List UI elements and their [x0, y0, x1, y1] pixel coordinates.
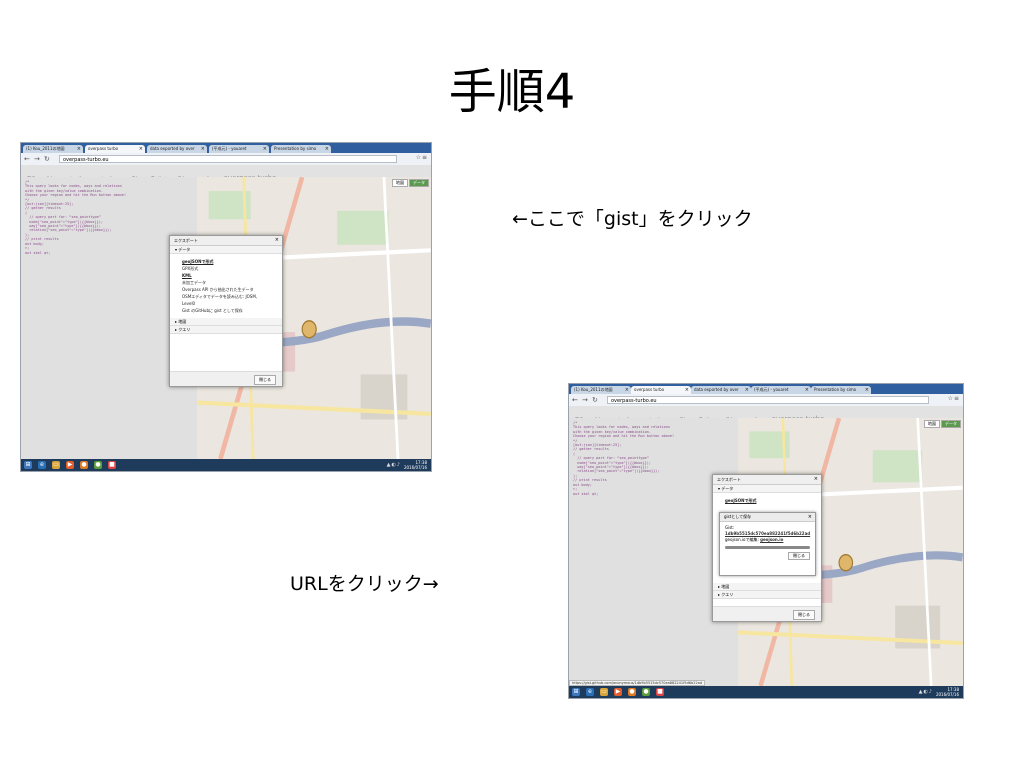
close-icon[interactable]: ×	[805, 386, 809, 394]
export-gist-link[interactable]: Gist のGitHubに gist として保存	[182, 307, 270, 314]
section-query[interactable]: ▸ クエリ	[713, 591, 821, 599]
geojson-io-link[interactable]: geojson.io	[760, 537, 783, 542]
slide-title: 手順4	[448, 64, 576, 120]
export-dialog-header: エクスポート ×	[170, 236, 282, 246]
back-icon[interactable]: ←	[572, 395, 578, 405]
ie-icon[interactable]: e	[38, 461, 46, 469]
app-icon[interactable]: ■	[656, 688, 664, 696]
export-gpx-link[interactable]: GPX形式	[182, 265, 270, 272]
section-data[interactable]: ▾ データ	[170, 246, 282, 254]
close-icon[interactable]: ×	[263, 145, 267, 153]
screenshot-gist-dialog: (1) Kou_2011の地図 × overpass turbo × data ex…	[568, 383, 964, 699]
browser-tab[interactable]: data exported by over ×	[691, 386, 751, 394]
export-dialog-header: エクスポート ×	[713, 475, 821, 485]
progress-bar	[725, 546, 810, 549]
close-button[interactable]: 閉じる	[254, 375, 276, 385]
browser-tab-active[interactable]: overpass turbo ×	[631, 386, 691, 394]
export-options: geoJSONで形式	[713, 493, 821, 508]
map-data-tabs: 地図 データ	[391, 179, 429, 187]
close-icon[interactable]: ×	[745, 386, 749, 394]
browser-tab[interactable]: data exported by over ×	[147, 145, 207, 153]
export-geojson-link[interactable]: geoJSONで形式	[725, 497, 809, 504]
caption-click-url: URLをクリック→	[290, 573, 439, 595]
close-button[interactable]: 閉じる	[793, 610, 815, 620]
browser-tab-bar: (1) Kou_2011の地図 × overpass turbo × data ex…	[21, 143, 431, 153]
browser-tab-bar: (1) Kou_2011の地図 × overpass turbo × data ex…	[569, 384, 963, 394]
menu-icon[interactable]: ☆≡	[948, 395, 960, 402]
browser-tab[interactable]: (1) Kou_2011の地図 ×	[23, 145, 83, 153]
close-icon[interactable]: ×	[77, 145, 81, 153]
chrome-icon[interactable]: ●	[94, 461, 102, 469]
export-options: geoJSONで形式 GPX形式 KML 未加工データ Overpass API…	[170, 254, 282, 318]
start-icon[interactable]: ⊞	[24, 461, 32, 469]
gist-dialog-body: Gist: 1db9b5515dc570ea882241f5d6b22ad ge…	[720, 522, 815, 560]
close-icon[interactable]: ×	[625, 386, 629, 394]
browser-tab[interactable]: (1) Kou_2011の地図 ×	[571, 386, 631, 394]
app-icon[interactable]: ■	[108, 461, 116, 469]
url-input[interactable]: overpass-turbo.eu	[607, 396, 929, 404]
back-icon[interactable]: ←	[24, 154, 30, 164]
clock: 17:38 2016/07/16	[935, 687, 959, 697]
reload-icon[interactable]: ↻	[44, 154, 50, 164]
export-dialog-footer: 閉じる	[170, 371, 282, 386]
tab-data[interactable]: データ	[941, 420, 961, 428]
folder-icon[interactable]: ▭	[600, 688, 608, 696]
export-overpass-link[interactable]: Overpass API から抽出された生データ	[182, 286, 270, 293]
gist-dialog: gistとして保存 × Gist: 1db9b5515dc570ea882241f…	[719, 512, 816, 576]
close-icon[interactable]: ×	[201, 145, 205, 153]
gist-note: geojson.ioで編集: geojson.io	[725, 537, 784, 542]
reload-icon[interactable]: ↻	[592, 395, 598, 405]
export-raw-link[interactable]: 未加工データ	[182, 279, 270, 286]
export-josm-link[interactable]: OSMエディタでデータを読み込む: JOSM, Level0	[182, 293, 270, 307]
chrome-icon[interactable]: ●	[642, 688, 650, 696]
map-data-tabs: 地図 データ	[923, 420, 961, 428]
windows-taskbar: ⊞ e ▭ ▶ ● ● ■ ▲◐♪ 17:38 2016/07/16	[569, 686, 963, 698]
browser-tab[interactable]: Presentation by simo ×	[271, 145, 331, 153]
close-icon[interactable]: ×	[814, 475, 818, 484]
close-icon[interactable]: ×	[808, 513, 812, 521]
close-icon[interactable]: ×	[325, 145, 329, 153]
folder-icon[interactable]: ▭	[52, 461, 60, 469]
firefox-icon[interactable]: ●	[628, 688, 636, 696]
firefox-icon[interactable]: ●	[80, 461, 88, 469]
url-input[interactable]: overpass-turbo.eu	[59, 155, 397, 163]
gist-dialog-header: gistとして保存 ×	[720, 513, 815, 522]
browser-tab[interactable]: (平成元) - youaret ×	[209, 145, 269, 153]
section-map[interactable]: ▸ 地図	[170, 318, 282, 326]
export-kml-link[interactable]: KML	[182, 272, 270, 279]
tab-map[interactable]: 地図	[392, 179, 408, 187]
section-query[interactable]: ▸ クエリ	[170, 326, 282, 334]
media-icon[interactable]: ▶	[614, 688, 622, 696]
clock: 17:38 2016/07/16	[403, 460, 427, 470]
progress-fill	[725, 546, 810, 549]
caption-click-gist: ←ここで「gist」をクリック	[512, 208, 753, 230]
ie-icon[interactable]: e	[586, 688, 594, 696]
export-dialog: エクスポート × ▾ データ geoJSONで形式 GPX形式 KML 未加工デー…	[169, 235, 283, 387]
browser-tab-active[interactable]: overpass turbo ×	[85, 145, 145, 153]
close-icon[interactable]: ×	[685, 386, 689, 394]
tray-icons[interactable]: ▲◐♪	[387, 462, 401, 468]
forward-icon[interactable]: →	[582, 395, 588, 405]
tab-map[interactable]: 地図	[924, 420, 940, 428]
menu-icon[interactable]: ☆≡	[416, 154, 428, 161]
close-icon[interactable]: ×	[865, 386, 869, 394]
windows-taskbar: ⊞ e ▭ ▶ ● ● ■ ▲◐♪ 17:38 2016/07/16	[21, 459, 431, 471]
close-icon[interactable]: ×	[275, 236, 279, 245]
export-dialog-footer: 閉じる	[713, 606, 821, 621]
forward-icon[interactable]: →	[34, 154, 40, 164]
export-geojson-link[interactable]: geoJSONで形式	[182, 258, 270, 265]
tray-icons[interactable]: ▲◐♪	[919, 689, 933, 695]
section-data[interactable]: ▾ データ	[713, 485, 821, 493]
close-icon[interactable]: ×	[139, 145, 143, 153]
browser-tab[interactable]: Presentation by simo ×	[811, 386, 871, 394]
browser-tab[interactable]: (平成元) - youaret ×	[751, 386, 811, 394]
screenshot-export-dialog: (1) Kou_2011の地図 × overpass turbo × data ex…	[20, 142, 432, 472]
media-icon[interactable]: ▶	[66, 461, 74, 469]
gist-close-button[interactable]: 閉じる	[788, 552, 810, 560]
section-map[interactable]: ▸ 地図	[713, 583, 821, 591]
start-icon[interactable]: ⊞	[572, 688, 580, 696]
tab-data[interactable]: データ	[409, 179, 429, 187]
